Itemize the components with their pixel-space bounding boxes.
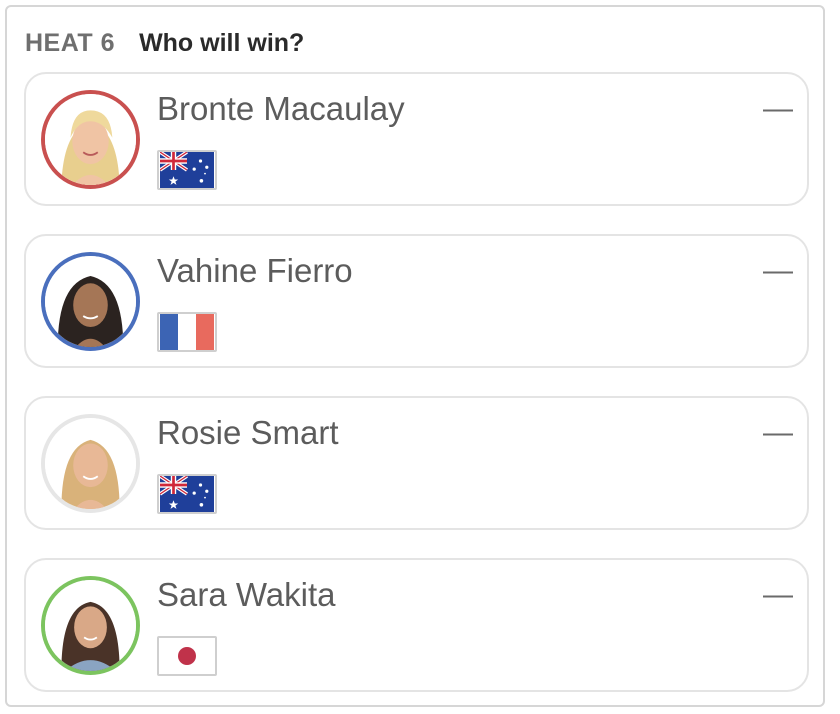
surfer-option-bronte-macaulay[interactable]: Bronte Macaulay — [24, 72, 809, 206]
surfer-option-rosie-smart[interactable]: Rosie Smart — [24, 396, 809, 530]
surfer-name: Bronte Macaulay [157, 90, 405, 127]
surfer-option-sara-wakita[interactable]: Sara Wakita — [24, 558, 809, 692]
pick-status-dash: — [763, 416, 793, 449]
australia-flag-icon [157, 474, 217, 514]
surfer-name: Rosie Smart [157, 414, 339, 451]
pick-status-dash: — [763, 578, 793, 611]
surfer-avatar [41, 576, 140, 675]
surfer-option-vahine-fierro[interactable]: Vahine Fierro — [24, 234, 809, 368]
pick-status-dash: — [763, 254, 793, 287]
who-will-win-card: HEAT 6 Who will win? Bronte Macaulay — V… [5, 5, 825, 707]
card-header: HEAT 6 Who will win? [25, 29, 304, 59]
france-flag-icon [157, 312, 217, 352]
surfer-name: Sara Wakita [157, 576, 336, 613]
surfer-avatar [41, 414, 140, 513]
surfer-avatar [41, 90, 140, 189]
surfer-name: Vahine Fierro [157, 252, 353, 289]
heat-label: HEAT 6 [25, 29, 116, 57]
surfer-avatar [41, 252, 140, 351]
australia-flag-icon [157, 150, 217, 190]
pick-status-dash: — [763, 92, 793, 125]
japan-flag-icon [157, 636, 217, 676]
question-title: Who will win? [139, 29, 305, 57]
